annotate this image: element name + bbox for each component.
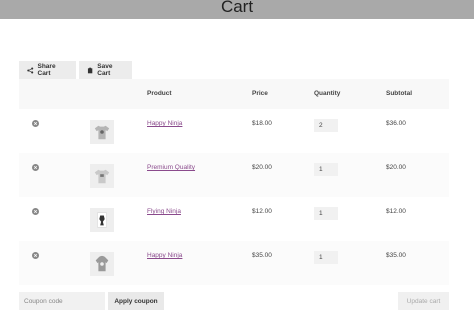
product-link[interactable]: Flying Ninja [147, 208, 181, 215]
row-subtotal: $20.00 [386, 164, 406, 171]
product-thumbnail[interactable] [90, 120, 114, 144]
remove-item-icon[interactable] [32, 164, 39, 171]
product-thumbnail[interactable] [90, 164, 114, 188]
title-bar: Cart [0, 0, 474, 19]
hoodie-icon [95, 255, 109, 272]
product-price: $12.00 [252, 208, 272, 215]
product-price: $18.00 [252, 120, 272, 127]
table-row: Happy Ninja $35.00 $35.00 [19, 241, 449, 285]
header-subtotal: Subtotal [386, 90, 412, 97]
quantity-input[interactable] [314, 207, 338, 220]
tshirt-icon [94, 125, 110, 140]
product-link[interactable]: Happy Ninja [147, 252, 182, 259]
remove-item-icon[interactable] [32, 120, 39, 127]
save-cart-button[interactable]: Save Cart [79, 61, 132, 79]
row-subtotal: $12.00 [386, 208, 406, 215]
product-link[interactable]: Premium Quality [147, 164, 195, 171]
remove-item-icon[interactable] [32, 208, 39, 215]
share-cart-button[interactable]: Share Cart [19, 61, 76, 79]
quantity-input[interactable] [314, 119, 338, 132]
product-thumbnail[interactable] [90, 208, 114, 232]
table-header: Product Price Quantity Subtotal [19, 79, 449, 109]
apply-coupon-button[interactable]: Apply coupon [108, 292, 164, 310]
share-icon [27, 67, 34, 73]
product-thumbnail[interactable] [90, 252, 114, 276]
product-price: $20.00 [252, 164, 272, 171]
page-title: Cart [220, 0, 254, 16]
header-quantity: Quantity [314, 90, 341, 97]
share-cart-label: Share Cart [37, 63, 56, 77]
update-cart-button[interactable]: Update cart [398, 292, 449, 310]
poster-icon [97, 212, 107, 228]
remove-item-icon[interactable] [32, 252, 39, 259]
quantity-input[interactable] [314, 251, 338, 264]
product-price: $35.00 [252, 252, 272, 259]
quantity-input[interactable] [314, 163, 338, 176]
table-row: Flying Ninja $12.00 $12.00 [19, 197, 449, 241]
row-subtotal: $35.00 [386, 252, 406, 259]
table-row: Premium Quality $20.00 $20.00 [19, 153, 449, 197]
table-row: Happy Ninja $18.00 $36.00 [19, 109, 449, 153]
save-cart-label: Save Cart [97, 63, 113, 77]
product-link[interactable]: Happy Ninja [147, 120, 182, 127]
header-product: Product [147, 90, 172, 97]
coupon-code-input[interactable] [19, 292, 105, 310]
tshirt-icon [94, 169, 110, 184]
row-subtotal: $36.00 [386, 120, 406, 127]
clipboard-icon [87, 67, 93, 73]
header-price: Price [252, 90, 268, 97]
